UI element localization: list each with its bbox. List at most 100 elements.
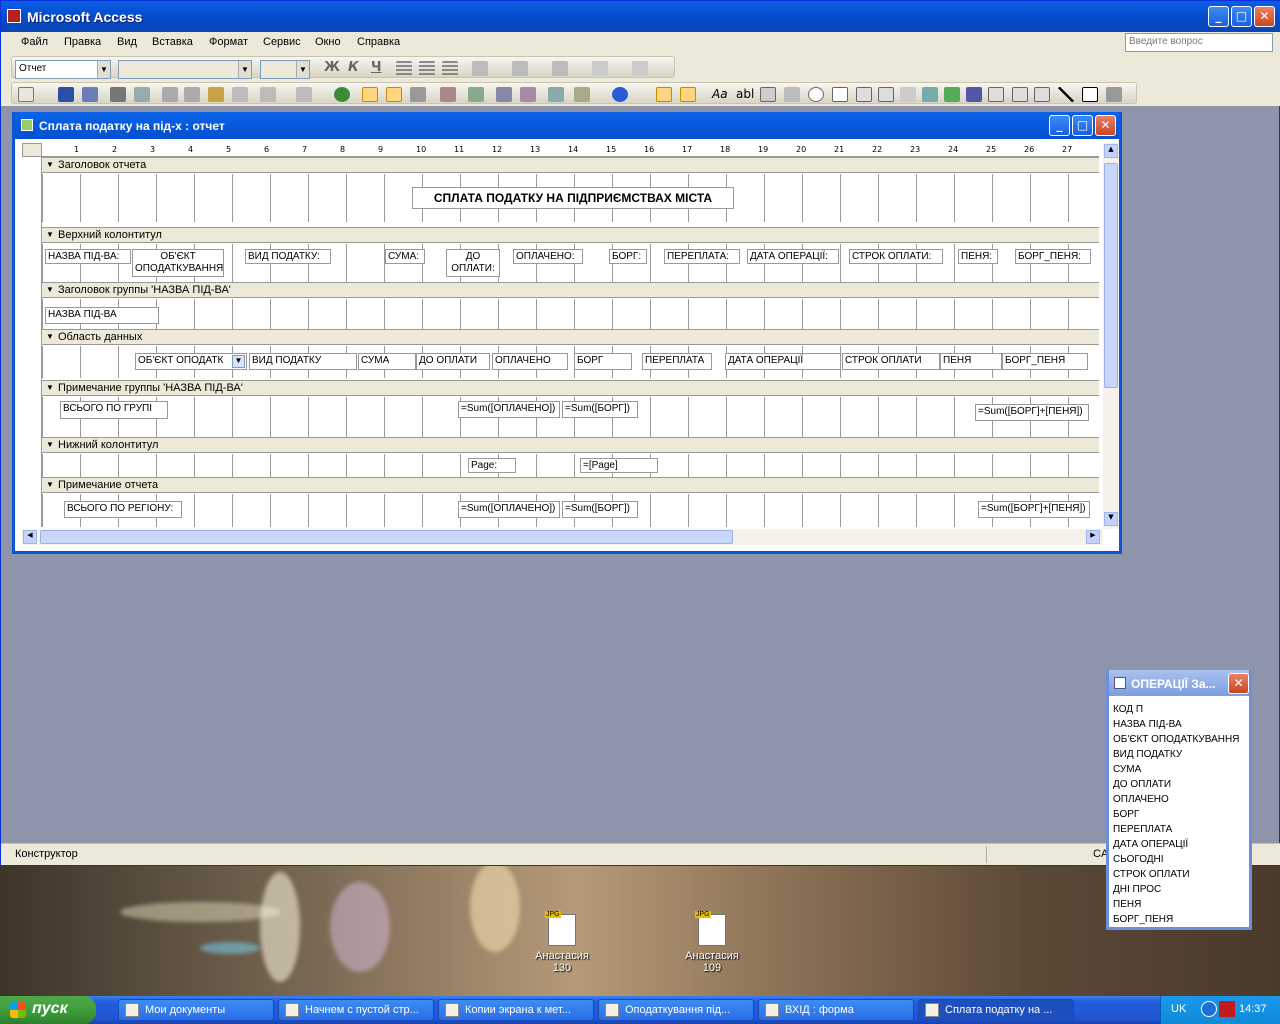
menu-format[interactable]: Формат bbox=[209, 36, 248, 48]
report-total-label[interactable]: ВСЬОГО ПО РЕГІОНУ: bbox=[64, 501, 182, 518]
save-icon[interactable] bbox=[58, 87, 74, 102]
report-design-canvas[interactable]: 1 2 3 4 5 6 7 8 9 10 11 12 13 14 15 16 17 18 19 20 21 22 23 24 2… bbox=[22, 143, 1099, 527]
field-tax-type[interactable]: ВИД ПОДАТКУ bbox=[249, 353, 357, 370]
start-button[interactable]: пуск bbox=[0, 996, 96, 1024]
font-size-combo[interactable]: ▼ bbox=[260, 60, 310, 79]
report-maximize-button[interactable]: □ bbox=[1072, 115, 1093, 136]
toggle-button-icon[interactable] bbox=[784, 87, 800, 102]
line-icon[interactable] bbox=[1058, 87, 1074, 102]
textbox-tool[interactable]: abl bbox=[736, 87, 754, 101]
toolbox-icon[interactable] bbox=[386, 87, 402, 102]
listbox-icon[interactable] bbox=[878, 87, 894, 102]
field-overpay[interactable]: ПЕРЕПЛАТА bbox=[642, 353, 712, 370]
font-combo[interactable]: ▼ bbox=[118, 60, 252, 79]
rectangle-icon[interactable] bbox=[1082, 87, 1098, 102]
header-label-sum[interactable]: СУМА: bbox=[385, 249, 425, 264]
chevron-down-icon[interactable]: ▼ bbox=[238, 61, 251, 78]
field-list-item[interactable]: ВИД ПОДАТКУ bbox=[1113, 747, 1249, 762]
menu-insert[interactable]: Вставка bbox=[152, 36, 193, 48]
line-width-icon[interactable] bbox=[632, 61, 648, 76]
desktop-icon-photo-130[interactable]: Анастасия 130 bbox=[526, 911, 598, 974]
close-button[interactable]: ✕ bbox=[1254, 6, 1275, 27]
align-center-icon[interactable] bbox=[419, 61, 435, 76]
underline-button[interactable]: Ч bbox=[371, 60, 382, 75]
menu-help[interactable]: Справка bbox=[357, 36, 400, 48]
align-right-icon[interactable] bbox=[442, 61, 458, 76]
menu-tools[interactable]: Сервис bbox=[263, 36, 301, 48]
format-painter-icon[interactable] bbox=[232, 87, 248, 102]
report-selector[interactable] bbox=[22, 143, 42, 157]
band-group-footer[interactable]: Примечание группы 'НАЗВА ПІД-ВА' bbox=[42, 380, 1099, 396]
page-number-field[interactable]: =[Page] bbox=[580, 458, 658, 473]
new-object-icon[interactable] bbox=[574, 87, 590, 102]
vertical-scrollbar[interactable]: ▲ ▼ bbox=[1103, 143, 1119, 529]
hyperlink-icon[interactable] bbox=[334, 87, 350, 102]
header-label-debt-penalty[interactable]: БОРГ_ПЕНЯ: bbox=[1015, 249, 1091, 264]
band-report-header[interactable]: Заголовок отчета bbox=[42, 157, 1099, 173]
header-label-deadline[interactable]: СТРОК ОПЛАТИ: bbox=[849, 249, 943, 264]
field-list-item[interactable]: СЬОГОДНІ bbox=[1113, 852, 1249, 867]
autoformat-icon[interactable] bbox=[440, 87, 456, 102]
band-page-footer[interactable]: Нижний колонтитул bbox=[42, 437, 1099, 453]
maximize-button[interactable]: □ bbox=[1231, 6, 1252, 27]
field-list-item[interactable]: КОД П bbox=[1113, 702, 1249, 717]
header-label-to-pay[interactable]: ДО ОПЛАТИ: bbox=[446, 249, 500, 277]
option-button-icon[interactable] bbox=[808, 87, 824, 102]
object-combo[interactable]: Отчет ▼ bbox=[15, 60, 111, 79]
menu-window[interactable]: Окно bbox=[315, 36, 341, 48]
field-list-item[interactable]: НАЗВА ПІД-ВА bbox=[1113, 717, 1249, 732]
vertical-scroll-thumb[interactable] bbox=[1104, 163, 1118, 388]
field-list-icon[interactable] bbox=[362, 87, 378, 102]
report-minimize-button[interactable]: _ bbox=[1049, 115, 1070, 136]
menu-file[interactable]: Файл bbox=[21, 36, 48, 48]
command-button-icon[interactable] bbox=[900, 87, 916, 102]
field-object-combo[interactable]: ОБ'ЄКТ ОПОДАТК ▼ bbox=[135, 353, 247, 370]
help-icon[interactable] bbox=[612, 87, 628, 102]
header-label-overpay[interactable]: ПЕРЕПЛАТА: bbox=[664, 249, 740, 264]
scroll-down-button[interactable]: ▼ bbox=[1104, 512, 1118, 526]
builder-icon[interactable] bbox=[520, 87, 536, 102]
band-page-header[interactable]: Верхний колонтитул bbox=[42, 227, 1099, 243]
language-indicator[interactable]: UK bbox=[1171, 1003, 1186, 1015]
group-sum-paid[interactable]: =Sum([ОПЛАЧЕНО]) bbox=[458, 401, 560, 418]
field-list-item[interactable]: БОРГ_ПЕНЯ bbox=[1113, 912, 1249, 927]
more-controls-icon[interactable] bbox=[1106, 87, 1122, 102]
group-sum-debt[interactable]: =Sum([БОРГ]) bbox=[562, 401, 638, 418]
select-objects-icon[interactable] bbox=[656, 87, 672, 102]
chevron-down-icon[interactable]: ▼ bbox=[232, 355, 245, 368]
combobox-icon[interactable] bbox=[856, 87, 872, 102]
database-window-icon[interactable] bbox=[548, 87, 564, 102]
properties-icon[interactable] bbox=[496, 87, 512, 102]
paste-icon[interactable] bbox=[208, 87, 224, 102]
ask-question-input[interactable]: Введите вопрос bbox=[1125, 33, 1273, 52]
header-label-tax-type[interactable]: ВИД ПОДАТКУ: bbox=[245, 249, 331, 264]
horizontal-scroll-thumb[interactable] bbox=[40, 530, 733, 544]
unbound-frame-icon[interactable] bbox=[944, 87, 960, 102]
align-left-icon[interactable] bbox=[396, 61, 412, 76]
tray-arrow-icon[interactable] bbox=[1201, 1001, 1217, 1017]
taskbar-item-word-2[interactable]: Копии экрана к мет... bbox=[438, 999, 594, 1021]
cut-icon[interactable] bbox=[162, 87, 178, 102]
band-group-header[interactable]: Заголовок группы 'НАЗВА ПІД-ВА' bbox=[42, 282, 1099, 298]
fill-color-icon[interactable] bbox=[472, 61, 488, 76]
redo-icon[interactable] bbox=[296, 87, 312, 102]
antivirus-icon[interactable] bbox=[1219, 1001, 1235, 1017]
code-icon[interactable] bbox=[468, 87, 484, 102]
field-list-item[interactable]: ДАТА ОПЕРАЦІЇ bbox=[1113, 837, 1249, 852]
field-list-item[interactable]: ПЕРЕПЛАТА bbox=[1113, 822, 1249, 837]
band-detail[interactable]: Область данных bbox=[42, 329, 1099, 345]
view-icon[interactable] bbox=[18, 87, 34, 102]
italic-button[interactable]: К bbox=[348, 60, 359, 75]
report-close-button[interactable]: ✕ bbox=[1095, 115, 1116, 136]
field-debt-penalty[interactable]: БОРГ_ПЕНЯ bbox=[1002, 353, 1088, 370]
field-list-item[interactable]: ПЕНЯ bbox=[1113, 897, 1249, 912]
horizontal-scrollbar[interactable]: ◀ ▶ bbox=[22, 529, 1103, 545]
taskbar-item-form[interactable]: ВХІД : форма bbox=[758, 999, 914, 1021]
report-sum-paid[interactable]: =Sum([ОПЛАЧЕНО]) bbox=[458, 501, 560, 518]
print-preview-icon[interactable] bbox=[134, 87, 150, 102]
menu-edit[interactable]: Правка bbox=[64, 36, 101, 48]
print-icon[interactable] bbox=[110, 87, 126, 102]
tab-control-icon[interactable] bbox=[1012, 87, 1028, 102]
chevron-down-icon[interactable]: ▼ bbox=[97, 61, 110, 78]
band-report-footer[interactable]: Примечание отчета bbox=[42, 477, 1099, 493]
